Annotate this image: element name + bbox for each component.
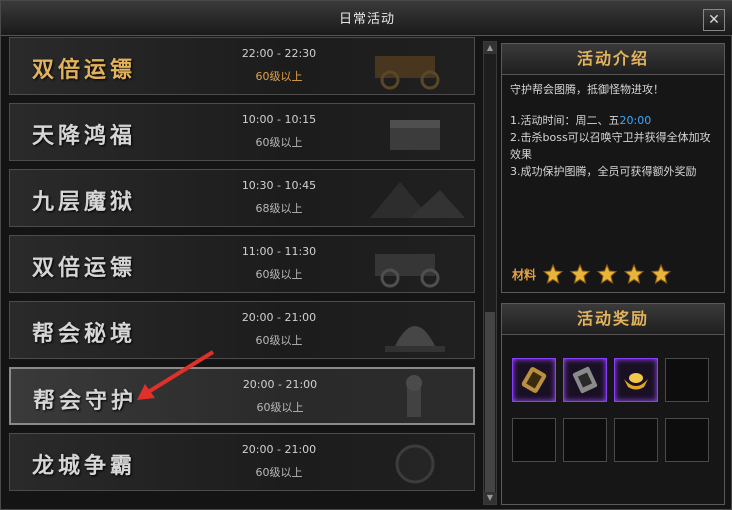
star-icon [597, 264, 618, 284]
activity-row-5[interactable]: 帮会守护 20:00 - 21:00 60级以上 [9, 367, 475, 425]
cart-illustration-icon [375, 56, 440, 90]
activity-level: 60级以上 [255, 466, 303, 479]
activity-name: 帮会秘境 [32, 321, 137, 347]
pointer-arrow-icon [137, 350, 215, 400]
activity-name: 帮会守护 [33, 388, 138, 414]
reward-title: 活动奖励 [502, 304, 724, 335]
activity-row-0[interactable]: 双倍运镖 22:00 - 22:30 60级以上 [9, 37, 475, 95]
scroll-down-arrow-icon[interactable]: ▼ [484, 492, 496, 504]
activity-row-2[interactable]: 九层魔狱 10:30 - 10:45 68级以上 [9, 169, 475, 227]
reward-slot-8[interactable] [665, 418, 709, 462]
dome-illustration-icon [385, 326, 445, 352]
activity-level: 68级以上 [255, 202, 303, 215]
reward-slot-6[interactable] [563, 418, 607, 462]
activity-time: 20:00 - 21:00 [242, 378, 318, 391]
activity-level: 60级以上 [255, 268, 303, 281]
gate-illustration-icon [395, 444, 435, 484]
intro-line-2: 2.击杀boss可以召唤守卫并获得全体加攻效果 [510, 131, 711, 161]
activity-intro-panel: 活动介绍 守护帮会图腾，抵御怪物进攻！ 1.活动时间：周二、五20:00 2.击… [501, 43, 725, 293]
intro-description: 守护帮会图腾，抵御怪物进攻！ 1.活动时间：周二、五20:00 2.击杀boss… [502, 75, 724, 186]
activity-time: 10:30 - 10:45 [241, 179, 317, 192]
activity-row-4[interactable]: 帮会秘境 20:00 - 21:00 60级以上 [9, 301, 475, 359]
activity-name: 龙城争霸 [32, 453, 137, 479]
activity-level: 60级以上 [255, 136, 303, 149]
intro-line-1: 1.活动时间：周二、五20:00 [510, 114, 652, 127]
activity-name: 双倍运镖 [32, 57, 137, 83]
activity-time: 11:00 - 11:30 [241, 245, 317, 258]
rating-label: 材料 [512, 267, 537, 282]
reward-slot-5[interactable] [512, 418, 556, 462]
gold-ingot-icon [624, 373, 648, 390]
dungeon-illustration-icon [370, 182, 465, 218]
intro-title: 活动介绍 [502, 44, 724, 75]
activity-time: 20:00 - 21:00 [241, 311, 317, 324]
star-icon [543, 264, 564, 284]
activity-row-1[interactable]: 天降鸿福 10:00 - 10:15 60级以上 [9, 103, 475, 161]
token-icon [521, 367, 547, 393]
activity-time: 20:00 - 21:00 [241, 443, 317, 456]
intro-summary: 守护帮会图腾，抵御怪物进攻！ [510, 83, 664, 96]
activity-name: 双倍运镖 [32, 255, 137, 281]
chest-illustration-icon [390, 120, 440, 150]
activity-name: 天降鸿福 [32, 123, 137, 149]
reward-slot-1[interactable] [512, 358, 556, 402]
activity-list: 双倍运镖 22:00 - 22:30 60级以上 天降鸿福 10:00 - 10… [9, 37, 479, 507]
star-icon [570, 264, 591, 284]
daily-activity-window: 日常活动 ✕ 双倍运镖 22:00 - 22:30 60级以上 天降鸿福 10:… [0, 0, 732, 510]
star-icon [624, 264, 645, 284]
activity-level: 60级以上 [255, 70, 303, 83]
activity-time: 22:00 - 22:30 [241, 47, 317, 60]
difficulty-rating: 材料 [512, 264, 672, 284]
scroll-up-arrow-icon[interactable]: ▲ [484, 42, 496, 54]
close-button[interactable]: ✕ [703, 9, 725, 31]
activity-list-scrollbar[interactable]: ▲ ▼ [483, 41, 497, 505]
activity-reward-panel: 活动奖励 [501, 303, 725, 505]
reward-slot-7[interactable] [614, 418, 658, 462]
cart-illustration-icon [375, 254, 440, 288]
activity-time: 10:00 - 10:15 [241, 113, 317, 126]
activity-level: 60级以上 [255, 334, 303, 347]
intro-line-3: 3.成功保护图腾，全员可获得额外奖励 [510, 165, 697, 178]
tag-icon [572, 366, 598, 394]
window-title: 日常活动 [338, 12, 395, 27]
title-bar: 日常活动 ✕ [1, 1, 732, 36]
activity-name: 九层魔狱 [32, 189, 137, 215]
scroll-thumb[interactable] [485, 312, 495, 492]
activity-row-6[interactable]: 龙城争霸 20:00 - 21:00 60级以上 [9, 433, 475, 491]
activity-level: 60级以上 [256, 401, 304, 414]
reward-slot-4[interactable] [665, 358, 709, 402]
reward-slot-3[interactable] [614, 358, 658, 402]
star-icon [651, 264, 672, 284]
reward-slot-2[interactable] [563, 358, 607, 402]
activity-row-3[interactable]: 双倍运镖 11:00 - 11:30 60级以上 [9, 235, 475, 293]
totem-illustration-icon [406, 375, 422, 417]
